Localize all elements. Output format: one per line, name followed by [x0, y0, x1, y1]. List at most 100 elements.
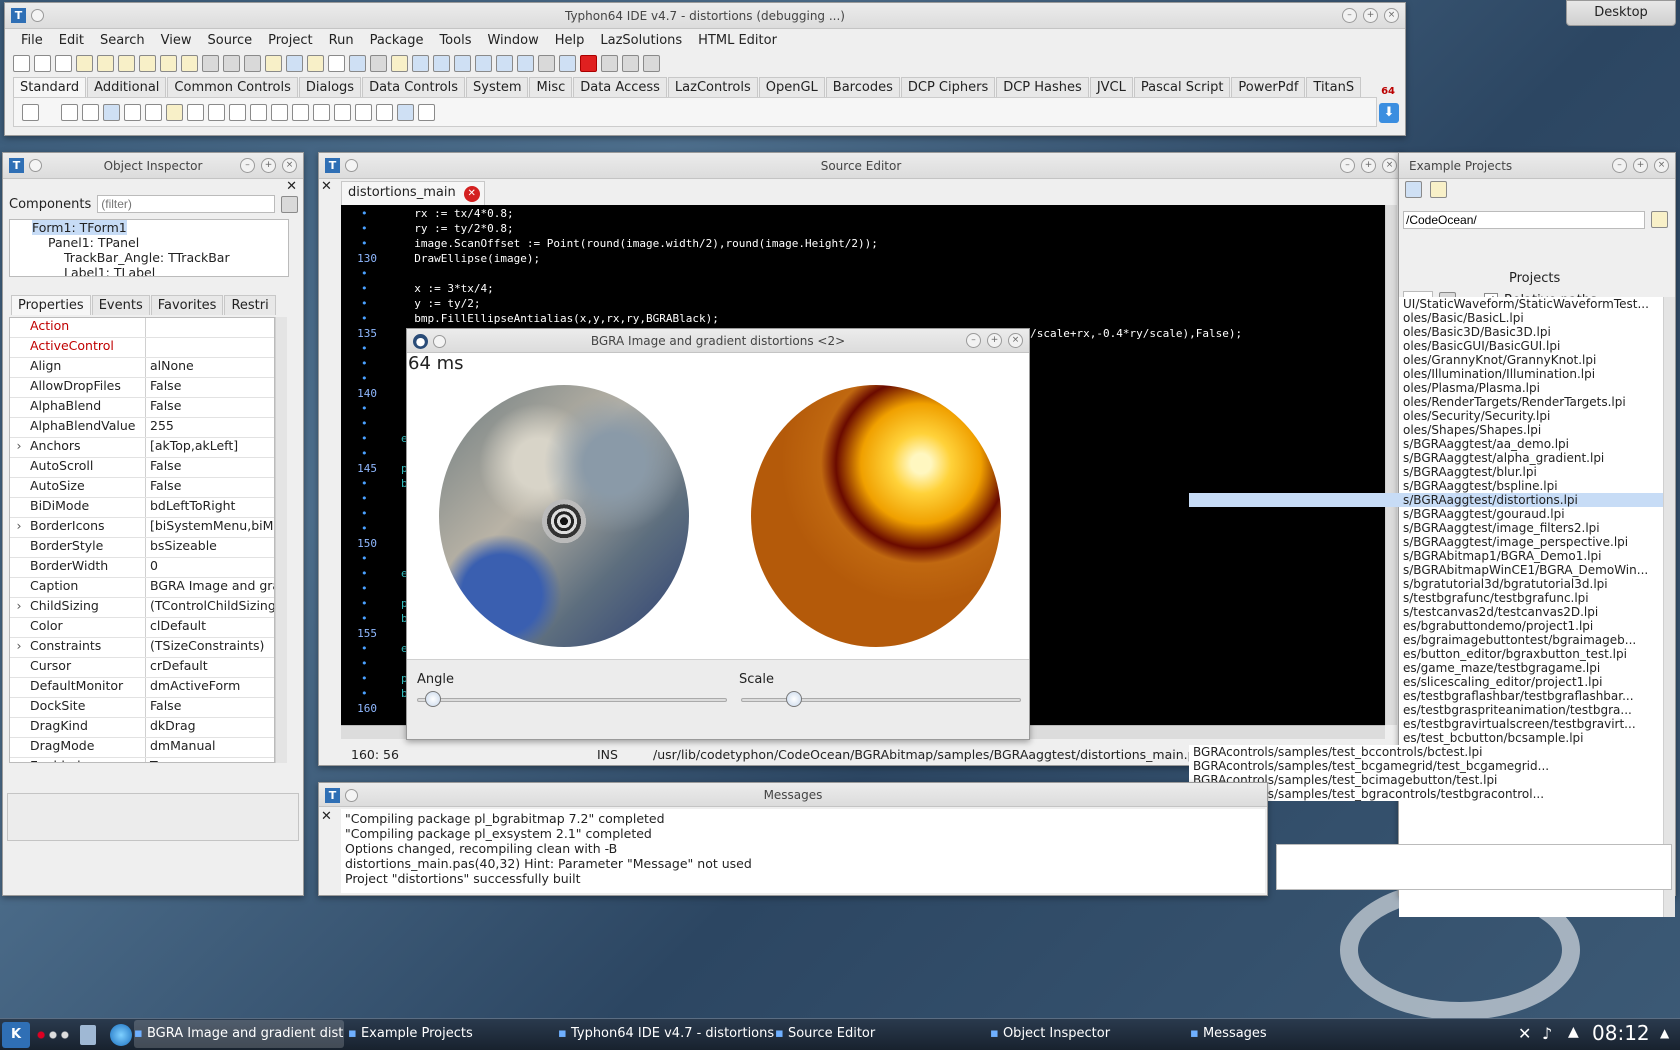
- expand-icon[interactable]: [10, 498, 28, 517]
- listbox-icon[interactable]: [250, 103, 267, 121]
- open-icon[interactable]: [76, 54, 93, 72]
- scale-track[interactable]: [741, 698, 1021, 702]
- angle-track[interactable]: [417, 698, 727, 702]
- maximize-button[interactable]: +: [261, 158, 276, 173]
- property-row[interactable]: › BorderIcons [biSystemMenu,biMi: [10, 518, 274, 538]
- menu-item[interactable]: Help: [547, 33, 593, 48]
- project-list-item[interactable]: oles/Basic/BasicL.lpi: [1189, 311, 1663, 325]
- property-row[interactable]: BorderWidth 0: [10, 558, 274, 578]
- message-line[interactable]: Options changed, recompiling clean with …: [345, 841, 1265, 856]
- palette-tab[interactable]: DCP Ciphers: [900, 77, 996, 97]
- tools-icon[interactable]: [475, 54, 492, 72]
- property-row[interactable]: AlphaBlendValue 255: [10, 418, 274, 438]
- tray-arrow-icon[interactable]: ▲: [1660, 1026, 1669, 1040]
- project-list-item[interactable]: es/bgrabuttondemo/project1.lpi: [1189, 619, 1663, 633]
- clean-icon[interactable]: [391, 54, 408, 72]
- build-all-icon[interactable]: [370, 54, 387, 72]
- menu-item[interactable]: Window: [479, 33, 546, 48]
- project-list-item[interactable]: s/BGRAbitmap1/BGRA_Demo1.lpi: [1189, 549, 1663, 563]
- project-list-item[interactable]: s/bgratutorial3d/bgratutorial3d.lpi: [1189, 577, 1663, 591]
- close-file-icon[interactable]: [244, 54, 261, 72]
- property-value[interactable]: False: [146, 398, 274, 417]
- panel-icon[interactable]: [376, 103, 393, 121]
- menu-item[interactable]: Search: [92, 33, 153, 48]
- palette-tab[interactable]: TitanS: [1306, 77, 1362, 97]
- expand-icon[interactable]: ›: [10, 598, 28, 617]
- expand-icon[interactable]: [10, 358, 28, 377]
- deploy-icon[interactable]: [433, 54, 450, 72]
- project-list-item[interactable]: s/testcanvas2d/testcanvas2D.lpi: [1189, 605, 1663, 619]
- palette-tab[interactable]: Data Access: [573, 77, 667, 97]
- tree-node[interactable]: Label1: TLabel: [10, 265, 288, 276]
- code-line[interactable]: • rx := tx/4*0.8;: [341, 207, 1387, 222]
- palette-tab[interactable]: Misc: [529, 77, 573, 97]
- property-value[interactable]: (TControlChildSizing: [146, 598, 274, 617]
- popupmenu-icon[interactable]: [82, 103, 99, 121]
- expand-icon[interactable]: [10, 398, 28, 417]
- network-icon[interactable]: ✕: [1518, 1024, 1531, 1043]
- property-row[interactable]: Align alNone: [10, 358, 274, 378]
- property-row[interactable]: Color clDefault: [10, 618, 274, 638]
- project-list-item[interactable]: es/testbgravirtualscreen/testbgravirt...: [1189, 717, 1663, 731]
- property-value[interactable]: dmManual: [146, 738, 274, 757]
- project-list-item[interactable]: oles/Illumination/Illumination.lpi: [1189, 367, 1663, 381]
- project-list-item[interactable]: oles/Security/Security.lpi: [1189, 409, 1663, 423]
- expand-icon[interactable]: [10, 758, 28, 762]
- label-icon[interactable]: [124, 103, 141, 121]
- project-list-item[interactable]: oles/GrannyKnot/GrannyKnot.lpi: [1189, 353, 1663, 367]
- view-units-icon[interactable]: [307, 54, 324, 72]
- property-value[interactable]: [146, 318, 274, 337]
- property-value[interactable]: [akTop,akLeft]: [146, 438, 274, 457]
- save-icon[interactable]: [202, 54, 219, 72]
- inspector-close-x-icon[interactable]: ✕: [286, 179, 297, 194]
- menu-item[interactable]: Package: [362, 33, 432, 48]
- expand-icon[interactable]: [10, 718, 28, 737]
- palette-tab[interactable]: OpenGL: [758, 77, 825, 97]
- project-list-item[interactable]: BGRAcontrols/samples/test_bcgamegrid/tes…: [1189, 759, 1663, 773]
- project-list-item[interactable]: s/BGRAaggtest/image_filters2.lpi: [1189, 521, 1663, 535]
- togglebox-icon[interactable]: [187, 103, 204, 121]
- palette-tab[interactable]: DCP Hashes: [996, 77, 1089, 97]
- updates-icon[interactable]: ▲: [1568, 1024, 1579, 1040]
- palette-tab[interactable]: Data Controls: [362, 77, 465, 97]
- palette-tab[interactable]: PowerPdf: [1231, 77, 1306, 97]
- property-value[interactable]: bdLeftToRight: [146, 498, 274, 517]
- tree-node[interactable]: Form1: TForm1: [10, 220, 288, 235]
- palette-tab[interactable]: LazControls: [667, 77, 758, 97]
- component-icon[interactable]: [412, 54, 429, 72]
- property-value[interactable]: True: [146, 758, 274, 762]
- property-row[interactable]: DragMode dmManual: [10, 738, 274, 758]
- property-row[interactable]: DockSite False: [10, 698, 274, 718]
- package-icon[interactable]: [139, 54, 156, 72]
- palette-tab[interactable]: JVCL: [1089, 77, 1133, 97]
- properties-scrollbar[interactable]: [275, 317, 287, 763]
- property-row[interactable]: AllowDropFiles False: [10, 378, 274, 398]
- property-row[interactable]: Action: [10, 318, 274, 338]
- taskbar-item[interactable]: ▪ Source Editor: [775, 1020, 975, 1048]
- project-list-item[interactable]: oles/RenderTargets/RenderTargets.lpi: [1189, 395, 1663, 409]
- combobox-icon[interactable]: [271, 103, 288, 121]
- new-unit-icon[interactable]: [55, 54, 72, 72]
- palette-tab[interactable]: System: [466, 77, 529, 97]
- code-line[interactable]: • ry := ty/2*0.8;: [341, 222, 1387, 237]
- project-list-item[interactable]: UI/StaticWaveform/StaticWaveformTest...: [1189, 297, 1663, 311]
- property-value[interactable]: False: [146, 478, 274, 497]
- stop-icon[interactable]: [580, 54, 597, 72]
- project-list-item[interactable]: oles/BasicGUI/BasicGUI.lpi: [1189, 339, 1663, 353]
- desktop-button[interactable]: Desktop: [1566, 0, 1676, 26]
- checkbox-icon[interactable]: [208, 103, 225, 121]
- save-all-icon[interactable]: [223, 54, 240, 72]
- filter-icon[interactable]: [281, 195, 299, 213]
- project-list-item[interactable]: es/game_maze/testbgragame.lpi: [1189, 661, 1663, 675]
- angle-slider-knob[interactable]: [424, 691, 441, 707]
- project-list-item[interactable]: BGRAcontrols/samples/test_bccontrols/bct…: [1189, 745, 1663, 759]
- open-project-icon[interactable]: [97, 54, 114, 72]
- scale-slider-knob[interactable]: [786, 691, 803, 707]
- close-button[interactable]: ×: [1008, 333, 1023, 348]
- property-value[interactable]: [biSystemMenu,biMi: [146, 518, 274, 537]
- project-list-item[interactable]: es/bgraimagebuttontest/bgraimageb...: [1189, 633, 1663, 647]
- actionlist-icon[interactable]: [418, 103, 435, 121]
- property-value[interactable]: dmActiveForm: [146, 678, 274, 697]
- menu-item[interactable]: LazSolutions: [592, 33, 690, 48]
- property-value[interactable]: False: [146, 698, 274, 717]
